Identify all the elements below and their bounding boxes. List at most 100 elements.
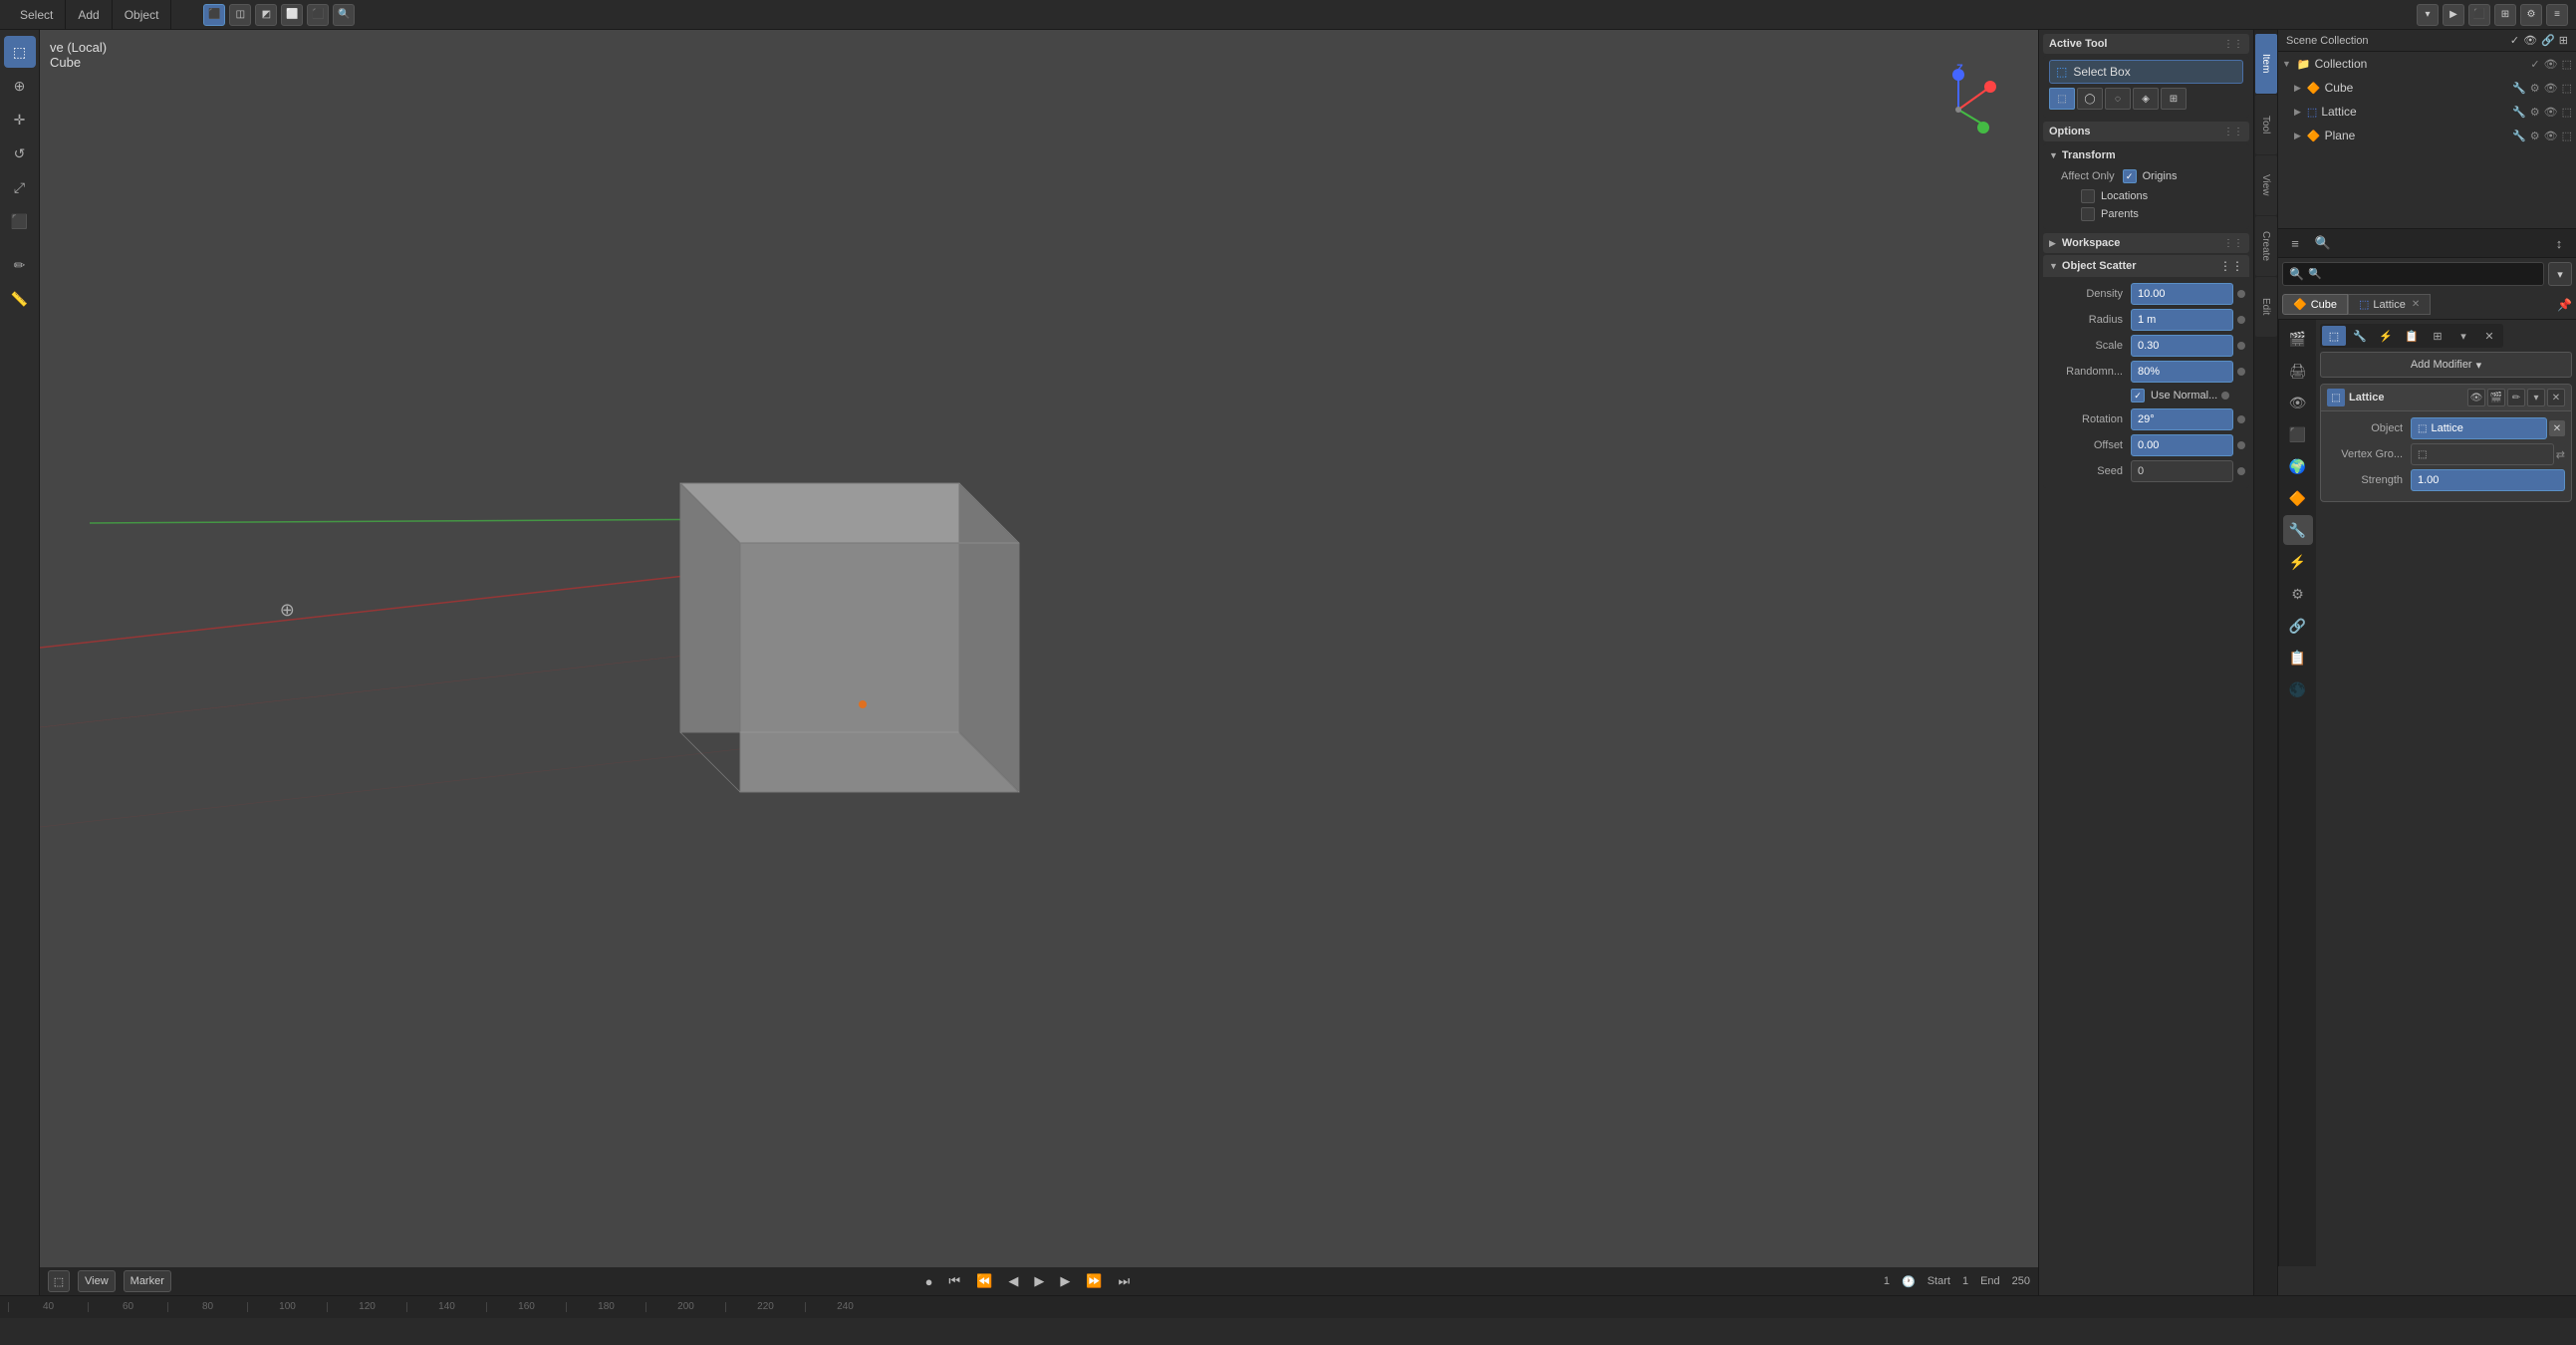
timeline-start-value[interactable]: 1	[1962, 1275, 1968, 1287]
scatter-header[interactable]: ▼ Object Scatter ⋮⋮	[2043, 255, 2249, 277]
settings-btn[interactable]: ≡	[2546, 4, 2568, 26]
scene-item-collection[interactable]: ▼ 📁 Collection ✓ 👁 ⬚	[2278, 52, 2576, 76]
header-tab-select[interactable]: Select	[8, 0, 66, 29]
props-tab-filter[interactable]: ≡	[2282, 231, 2308, 255]
timeline-play[interactable]: ▶	[1030, 1271, 1048, 1291]
active-tool-section-header[interactable]: Active Tool ⋮⋮	[2043, 34, 2249, 54]
scale-tool[interactable]: ⤢	[4, 171, 36, 203]
props-icon-physics[interactable]: ⚙	[2283, 579, 2313, 609]
props-icon-scene[interactable]: ⬛	[2283, 419, 2313, 449]
cube-attr-icon[interactable]: ⚙	[2530, 82, 2540, 95]
props-icon-material[interactable]: 🌑	[2283, 674, 2313, 704]
vp-marker-menu[interactable]: Marker	[124, 1270, 171, 1292]
search-input-wrapper[interactable]: 🔍	[2282, 262, 2544, 286]
search-input[interactable]	[2308, 268, 2537, 280]
workspace-header[interactable]: ▶ Workspace ⋮⋮	[2043, 233, 2249, 253]
props-icon-particles[interactable]: ⚡	[2283, 547, 2313, 577]
scene-item-lattice[interactable]: ▶ ⬚ Lattice 🔧 ⚙ 👁 ⬚	[2278, 100, 2576, 124]
timeline-jump-start[interactable]: ⏮	[944, 1271, 964, 1291]
rotation-field[interactable]: 29°	[2131, 408, 2233, 430]
props-expand-icon[interactable]: ↕	[2546, 231, 2572, 255]
rotate-tool[interactable]: ↺	[4, 137, 36, 169]
gizmo-toggle[interactable]: ⚙	[2520, 4, 2542, 26]
vtab-view[interactable]: View	[2255, 155, 2277, 215]
viewport-shading-4[interactable]: ⬛	[307, 4, 329, 26]
randomn-field[interactable]: 80%	[2131, 361, 2233, 383]
vtab-tool[interactable]: Tool	[2255, 95, 2277, 154]
select-lasso-icon-btn[interactable]: ◌	[2105, 88, 2131, 110]
add-modifier-btn[interactable]: Add Modifier ▾	[2320, 352, 2572, 378]
viewport-shading-1[interactable]: ◫	[229, 4, 251, 26]
scene-item-cube[interactable]: ▶ 🔶 Cube 🔧 ⚙ 👁 ⬚	[2278, 76, 2576, 100]
plane-link-icon[interactable]: 🔧	[2512, 130, 2526, 142]
mod-tab-4[interactable]: 📋	[2400, 326, 2424, 346]
rotation-dot[interactable]	[2237, 415, 2245, 423]
timeline-frame-display[interactable]: 1	[1884, 1275, 1890, 1287]
plane-eye[interactable]: 👁	[2544, 130, 2558, 142]
ob-pin-icon[interactable]: 📌	[2557, 298, 2572, 312]
density-dot[interactable]	[2237, 290, 2245, 298]
search-dropdown[interactable]: ▾	[2548, 262, 2572, 286]
props-icon-render[interactable]: 🎬	[2283, 324, 2313, 354]
viewport-overlay[interactable]: 🔍	[333, 4, 355, 26]
select-circle-icon-btn[interactable]: ◯	[2077, 88, 2103, 110]
render-btn[interactable]: ▶	[2443, 4, 2464, 26]
sc-link-icon[interactable]: 🔗	[2541, 34, 2555, 47]
timeline-next-frame[interactable]: ▶	[1056, 1271, 1074, 1291]
mod-strength-field[interactable]: 1.00	[2411, 469, 2565, 491]
mod-tab-close[interactable]: ✕	[2477, 326, 2501, 346]
viewport-shading-3[interactable]: ⬜	[281, 4, 303, 26]
mod-ctrl-realtime[interactable]: 👁	[2467, 389, 2485, 406]
move-tool[interactable]: ✛	[4, 104, 36, 135]
coll-eye[interactable]: 👁	[2544, 58, 2558, 71]
cube-restrict[interactable]: ⬚	[2562, 82, 2572, 95]
viewport[interactable]: ve (Local) Cube	[40, 30, 2038, 1295]
mod-ctrl-edit[interactable]: ✏	[2507, 389, 2525, 406]
transform-sub-header[interactable]: ▼ Transform	[2049, 147, 2243, 163]
select-tool[interactable]: ⬚	[4, 36, 36, 68]
mod-object-clear[interactable]: ✕	[2549, 420, 2565, 436]
transform-tool[interactable]: ⬛	[4, 205, 36, 237]
use-normal-checkbox[interactable]: ✓	[2131, 389, 2145, 403]
locations-checkbox[interactable]	[2081, 189, 2095, 203]
plane-restrict[interactable]: ⬚	[2562, 130, 2572, 142]
coll-restrict[interactable]: ⬚	[2562, 58, 2572, 71]
scene-item-plane[interactable]: ▶ 🔶 Plane 🔧 ⚙ 👁 ⬚	[2278, 124, 2576, 147]
scale-dot[interactable]	[2237, 342, 2245, 350]
coll-check[interactable]: ✓	[2530, 58, 2539, 71]
measure-tool[interactable]: 📏	[4, 283, 36, 315]
timeline-next-keyframe[interactable]: ⏩	[1082, 1271, 1106, 1291]
radius-field[interactable]: 1 m	[2131, 309, 2233, 331]
timeline-prev-frame[interactable]: ◀	[1004, 1271, 1022, 1291]
vp-view-menu[interactable]: View	[78, 1270, 116, 1292]
select-5-icon-btn[interactable]: ⊞	[2161, 88, 2187, 110]
timeline-ruler[interactable]: 40 60 80 100 120 140 160 180 200 220 240	[0, 1296, 2576, 1318]
mod-ctrl-close[interactable]: ✕	[2547, 389, 2565, 406]
render-anim-btn[interactable]: ⬛	[2468, 4, 2490, 26]
lattice-link-icon[interactable]: 🔧	[2512, 106, 2526, 119]
seed-field[interactable]: 0	[2131, 460, 2233, 482]
select-box-row[interactable]: ⬚ Select Box	[2049, 60, 2243, 84]
vtab-create[interactable]: Create	[2255, 216, 2277, 276]
density-field[interactable]: 10.00	[2131, 283, 2233, 305]
vtab-edit[interactable]: Edit	[2255, 277, 2277, 337]
timeline-jump-end[interactable]: ⏭	[1115, 1271, 1135, 1291]
viewport-mode-icon[interactable]: ⬛	[203, 4, 225, 26]
viewport-shading-2[interactable]: ◩	[255, 4, 277, 26]
cube-eye[interactable]: 👁	[2544, 82, 2558, 95]
mod-ctrl-move-up[interactable]: ▾	[2527, 389, 2545, 406]
select-4-icon-btn[interactable]: ◈	[2133, 88, 2159, 110]
engine-selector[interactable]: ▾	[2417, 4, 2439, 26]
cursor-tool[interactable]: ⊕	[4, 70, 36, 102]
lattice-attr-icon[interactable]: ⚙	[2530, 106, 2540, 119]
mod-tab-1[interactable]: ⬚	[2322, 326, 2346, 346]
mod-ctrl-render[interactable]: 🎬	[2487, 389, 2505, 406]
options-section-header[interactable]: Options ⋮⋮	[2043, 122, 2249, 141]
sc-eye-icon[interactable]: 👁	[2523, 34, 2537, 47]
cube-link-icon[interactable]: 🔧	[2512, 82, 2526, 95]
header-tab-add[interactable]: Add	[66, 0, 112, 29]
mod-tab-3[interactable]: ⚡	[2374, 326, 2398, 346]
select-box-icon-btn[interactable]: ⬚	[2049, 88, 2075, 110]
mod-vertex-field[interactable]: ⬚	[2411, 443, 2554, 465]
annotate-tool[interactable]: ✏	[4, 249, 36, 281]
